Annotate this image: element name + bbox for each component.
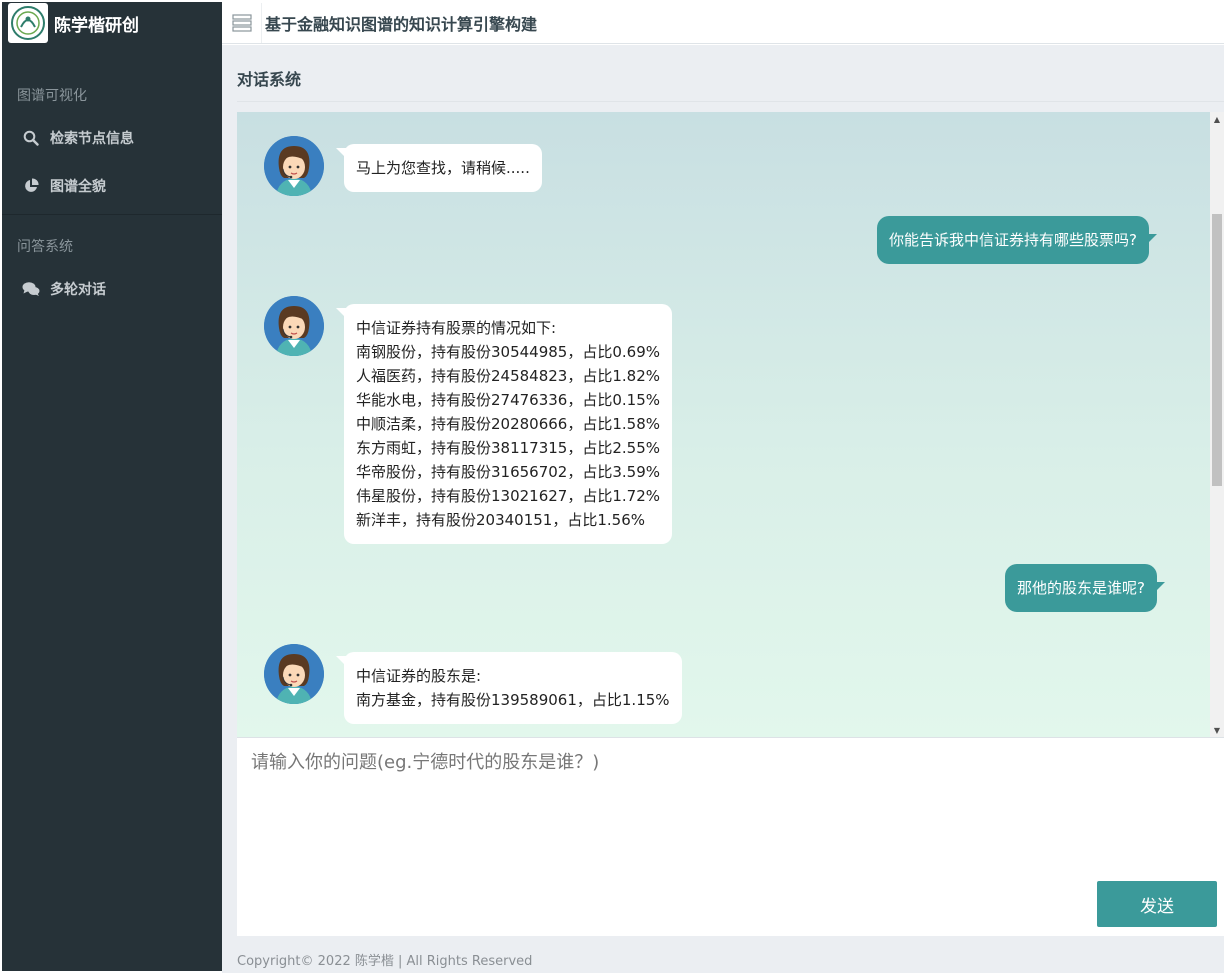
- bot-bubble: 中信证券持有股票的情况如下: 南钢股份，持有股份30544985，占比0.69%…: [335, 304, 673, 544]
- message-line: 中信证券的股东是:: [356, 667, 482, 685]
- message-line: 新洋丰，持有股份20340151，占比1.56%: [356, 511, 646, 529]
- scroll-down-arrow-icon[interactable]: ▼: [1210, 723, 1224, 737]
- top-bar: 基于金融知识图谱的知识计算引擎构建: [222, 2, 1224, 44]
- scroll-thumb[interactable]: [1212, 214, 1222, 486]
- pie-chart-icon: [22, 177, 40, 195]
- sidebar: 陈学楷研创 图谱可视化 检索节点信息 图谱全貌 问答系统 多轮对话: [2, 2, 222, 971]
- message-line: 中顺洁柔，持有股份20280666，占比1.58%: [356, 415, 661, 433]
- app-title: 基于金融知识图谱的知识计算引擎构建: [265, 14, 538, 34]
- bot-message: 马上为您查找，请稍候.....: [264, 136, 542, 196]
- chat-window[interactable]: 马上为您查找，请稍候..... 你能告诉我中信证券持有哪些股票吗? 中信证券持有…: [237, 112, 1224, 737]
- message-line: 人福医药，持有股份24584823，占比1.82%: [356, 367, 661, 385]
- user-bubble: 那他的股东是谁呢?: [1005, 564, 1165, 612]
- title-divider: [237, 101, 1224, 102]
- message-line: 你能告诉我中信证券持有哪些股票吗?: [889, 231, 1137, 249]
- hamburger-menu-icon[interactable]: [222, 2, 262, 43]
- bot-bubble: 马上为您查找，请稍候.....: [336, 144, 542, 192]
- sidebar-item-label: 多轮对话: [50, 282, 106, 298]
- sidebar-item-label: 图谱全貌: [50, 179, 106, 195]
- message-line: 华能水电，持有股份27476336，占比0.15%: [356, 391, 661, 409]
- message-line: 马上为您查找，请稍候.....: [356, 159, 530, 177]
- message-line: 中信证券持有股票的情况如下:: [356, 319, 557, 337]
- sidebar-item-label: 检索节点信息: [50, 131, 134, 147]
- search-icon: [22, 129, 40, 147]
- brand[interactable]: 陈学楷研创: [2, 2, 222, 44]
- page-title: 对话系统: [237, 70, 302, 89]
- brand-name: 陈学楷研创: [54, 15, 139, 36]
- chat-icon: [22, 280, 40, 298]
- section-title-qa: 问答系统: [17, 239, 73, 255]
- message-line: 伟星股份，持有股份13021627，占比1.72%: [356, 487, 661, 505]
- bot-avatar: [264, 296, 324, 356]
- bot-message: 中信证券的股东是: 南方基金，持有股份139589061，占比1.15%: [264, 644, 682, 724]
- scroll-up-arrow-icon[interactable]: ▲: [1210, 112, 1224, 126]
- message-line: 华帝股份，持有股份31656702，占比3.59%: [356, 463, 661, 481]
- sidebar-item-search-node[interactable]: 检索节点信息: [2, 122, 222, 154]
- main-content: 对话系统 马上为您查找，请稍候..... 你能告诉我中信证券持有哪些股票吗? 中…: [222, 45, 1224, 973]
- bot-avatar: [264, 644, 324, 704]
- sidebar-item-graph-overview[interactable]: 图谱全貌: [2, 170, 222, 202]
- input-area: 发送: [237, 737, 1224, 936]
- bot-avatar: [264, 136, 324, 196]
- bot-message: 中信证券持有股票的情况如下: 南钢股份，持有股份30544985，占比0.69%…: [264, 296, 673, 544]
- user-bubble: 你能告诉我中信证券持有哪些股票吗?: [877, 216, 1157, 264]
- logo-icon: [8, 3, 48, 43]
- section-title-graph: 图谱可视化: [17, 88, 87, 104]
- chat-scrollbar[interactable]: ▲ ▼: [1210, 112, 1224, 737]
- message-line: 南钢股份，持有股份30544985，占比0.69%: [356, 343, 661, 361]
- sidebar-item-multi-turn-chat[interactable]: 多轮对话: [2, 273, 222, 305]
- bot-bubble: 中信证券的股东是: 南方基金，持有股份139589061，占比1.15%: [336, 652, 682, 724]
- question-input[interactable]: [237, 738, 1224, 878]
- message-line: 南方基金，持有股份139589061，占比1.15%: [356, 691, 670, 709]
- message-line: 东方雨虹，持有股份38117315，占比2.55%: [356, 439, 661, 457]
- send-button[interactable]: 发送: [1097, 881, 1217, 927]
- message-line: 那他的股东是谁呢?: [1017, 579, 1145, 597]
- footer-copyright: Copyright© 2022 陈学楷 | All Rights Reserve…: [237, 954, 533, 969]
